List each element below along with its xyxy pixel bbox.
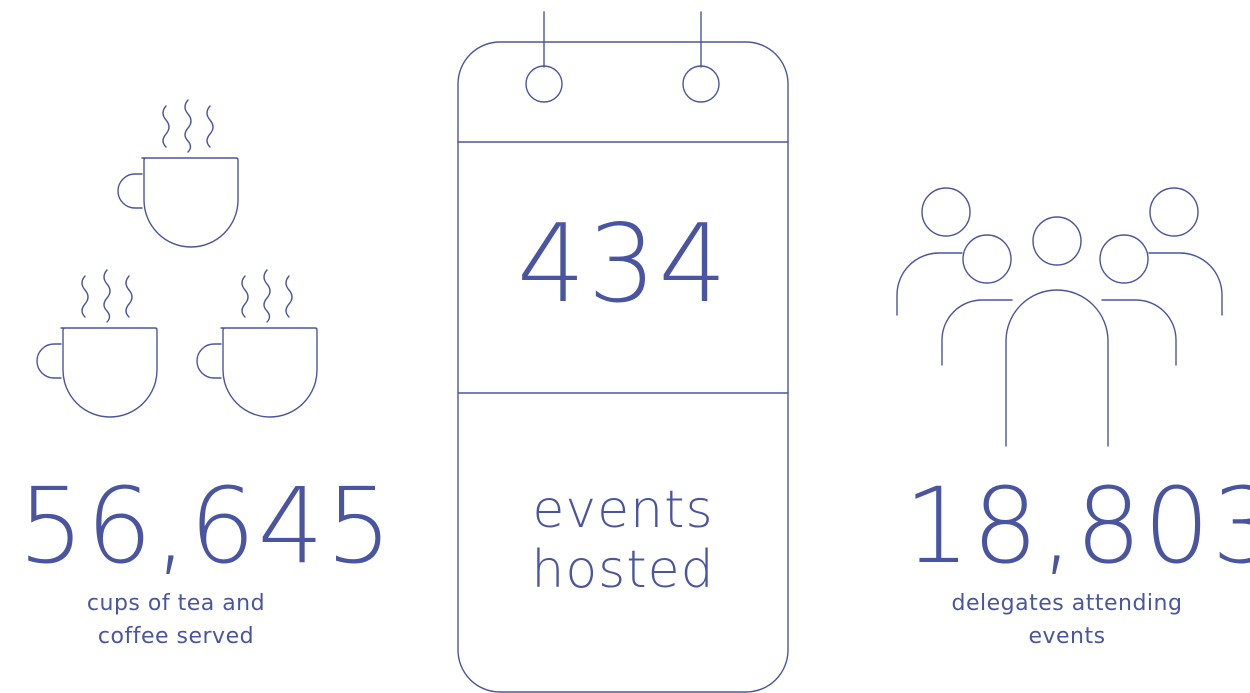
people-group-icon bbox=[896, 187, 1223, 447]
events-hosted-count: 434 bbox=[516, 202, 730, 327]
cups-served-count: 56,645 bbox=[18, 465, 394, 587]
coffee-cups-icon bbox=[36, 99, 318, 418]
delegates-caption: delegates attending events bbox=[951, 591, 1183, 649]
coffee-cup-icon bbox=[196, 269, 318, 418]
coffee-cup-icon bbox=[117, 99, 239, 248]
delegates-count: 18,803 bbox=[904, 465, 1250, 587]
events-hosted-caption: events hosted bbox=[531, 480, 715, 600]
cups-served-caption: cups of tea and coffee served bbox=[86, 591, 266, 649]
coffee-cup-icon bbox=[36, 269, 158, 418]
